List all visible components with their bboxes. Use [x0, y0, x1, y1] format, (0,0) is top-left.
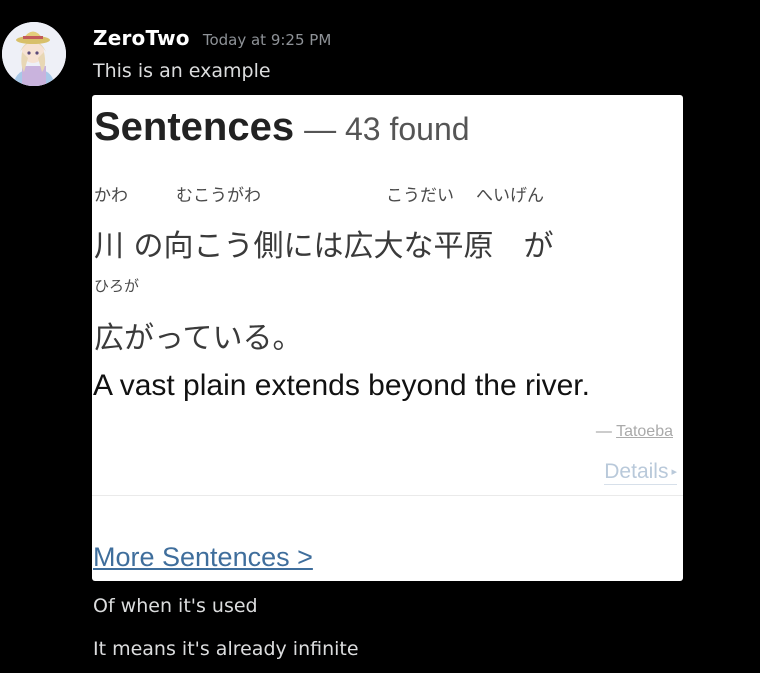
embed-title-text: Sentences [94, 105, 295, 149]
user-avatar-icon[interactable] [2, 22, 66, 86]
details-link[interactable]: Details ▸ [604, 460, 677, 485]
message-text: It means it's already infinite [93, 638, 359, 660]
message-text: This is an example [93, 60, 271, 82]
details-label: Details [604, 460, 669, 483]
divider [92, 495, 683, 496]
furigana-heigen: へいげん [476, 186, 544, 206]
english-translation: A vast plain extends beyond the river. [93, 369, 590, 402]
source-prefix: — [595, 423, 617, 440]
furigana-hiroga: ひろが [94, 277, 140, 295]
more-sentences-link[interactable]: More Sentences > [93, 542, 313, 573]
message-text: Of when it's used [93, 595, 258, 617]
source-attribution: — Tatoeba [596, 423, 673, 441]
chat-view: ZeroTwo Today at 9:25 PM This is an exam… [0, 0, 760, 673]
embed-title: Sentences — 43 found [94, 105, 470, 150]
furigana-koudai: こうだい [386, 186, 454, 206]
furigana-kawa: かわ [94, 186, 128, 206]
triangle-right-icon: ▸ [671, 466, 677, 478]
result-count: — 43 found [304, 111, 470, 147]
japanese-sentence-line2: 広がっている。 [94, 321, 303, 356]
japanese-sentence-line1: 川 の向こう側には広大な平原 が [94, 229, 554, 264]
message-header: ZeroTwo Today at 9:25 PM [93, 26, 331, 50]
sentence-embed: Sentences — 43 found かわ むこうがわ こうだい へいげん 川… [92, 95, 683, 581]
furigana-mukougawa: むこうがわ [176, 186, 261, 206]
username[interactable]: ZeroTwo [93, 26, 190, 50]
message-timestamp: Today at 9:25 PM [202, 31, 332, 49]
source-link[interactable]: Tatoeba [616, 423, 673, 440]
